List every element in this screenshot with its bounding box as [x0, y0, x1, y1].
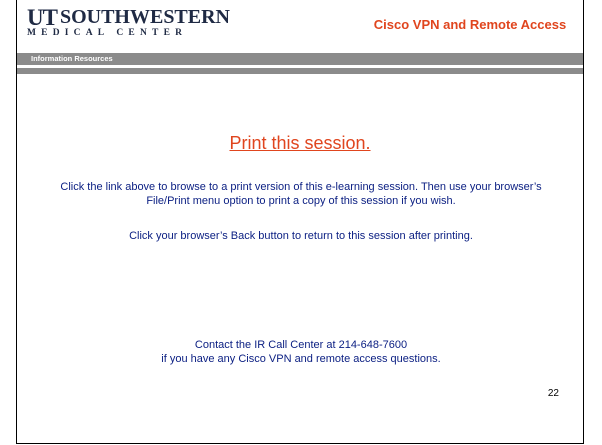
contact-line-2: if you have any Cisco VPN and remote acc…: [161, 353, 441, 365]
print-instructions: Click the link above to browse to a prin…: [60, 181, 542, 207]
slide: UT SOUTHWESTERN MEDICAL CENTER Cisco VPN…: [16, 0, 584, 444]
ut-southwestern-logo: UT SOUTHWESTERN MEDICAL CENTER: [27, 6, 230, 38]
ut-logo-mark: UT: [27, 5, 58, 30]
presentation-title: Cisco VPN and Remote Access: [373, 17, 567, 32]
logo-subtitle: MEDICAL CENTER: [27, 28, 188, 38]
header-divider: [17, 68, 583, 74]
logo-name: SOUTHWESTERN: [59, 6, 231, 28]
back-instructions: Click your browser’s Back button to retu…: [129, 230, 473, 242]
section-label: Information Resources: [31, 54, 113, 63]
contact-info: Contact the IR Call Center at 214-648-76…: [57, 338, 545, 366]
page-number: 22: [547, 388, 559, 399]
contact-line-1: Contact the IR Call Center at 214-648-76…: [194, 339, 408, 351]
slide-header: UT SOUTHWESTERN MEDICAL CENTER Cisco VPN…: [17, 0, 583, 88]
print-session-link[interactable]: Print this session.: [17, 133, 583, 154]
